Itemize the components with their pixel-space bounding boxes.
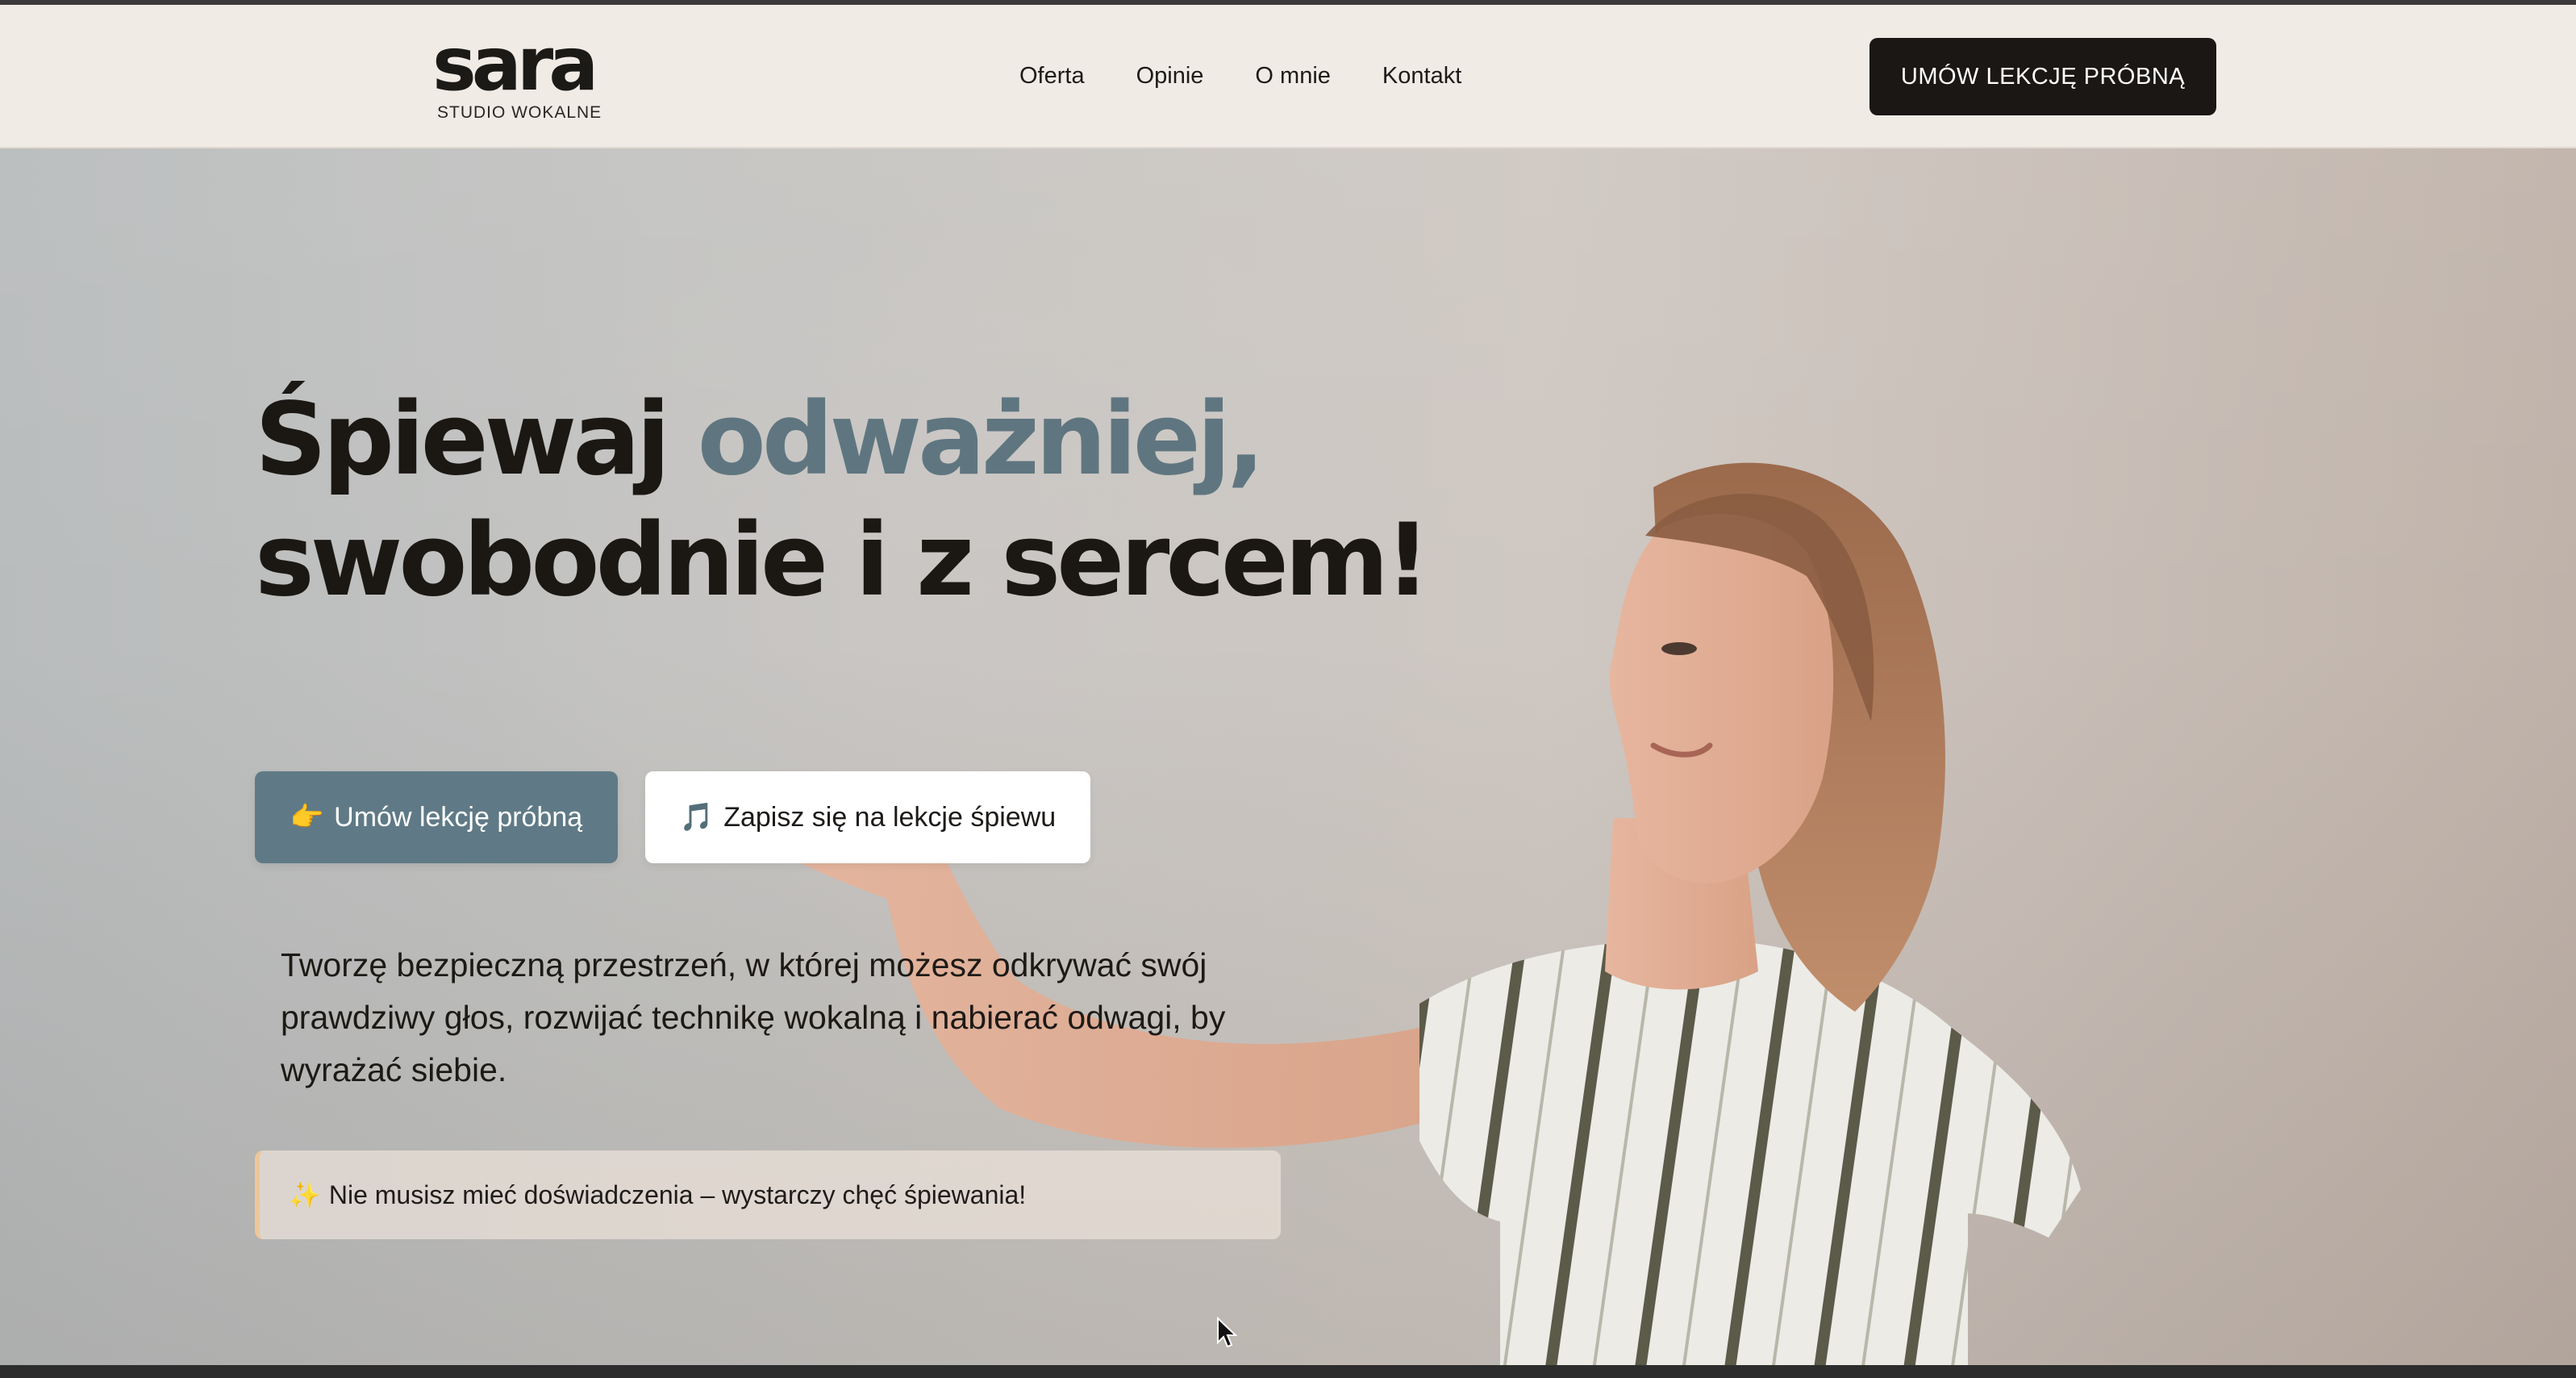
no-experience-notice-text: Nie musisz mieć doświadczenia – wystarcz… bbox=[328, 1180, 1027, 1209]
nav-item-o-mnie[interactable]: O mnie bbox=[1255, 63, 1330, 90]
window-bottom-edge bbox=[0, 1365, 2576, 1378]
signup-singing-lessons-label: Zapisz się na lekcje śpiewu bbox=[723, 801, 1057, 833]
site-header: sara STUDIO WOKALNE Oferta Opinie O mnie… bbox=[0, 5, 2576, 148]
logo-wordmark: sara bbox=[432, 21, 598, 107]
logo[interactable]: sara STUDIO WOKALNE bbox=[432, 27, 602, 129]
nav-item-opinie[interactable]: Opinie bbox=[1136, 63, 1204, 90]
book-trial-lesson-button[interactable]: 👉 Umów lekcję próbną bbox=[255, 771, 618, 863]
hero-title-part1: Śpiewaj bbox=[255, 382, 698, 498]
logo-subtitle: STUDIO WOKALNE bbox=[437, 103, 602, 122]
pointing-hand-icon: 👉 bbox=[290, 802, 325, 833]
main-nav: Oferta Opinie O mnie Kontakt bbox=[1019, 63, 1513, 90]
book-trial-lesson-label: Umów lekcję próbną bbox=[334, 801, 583, 833]
nav-item-kontakt[interactable]: Kontakt bbox=[1382, 63, 1461, 90]
hero-title-line2: swobodnie i z sercem! bbox=[255, 503, 1431, 619]
hero-description: Tworzę bezpieczną przestrzeń, w której m… bbox=[281, 946, 1226, 1088]
header-book-trial-button[interactable]: UMÓW LEKCJĘ PRÓBNĄ bbox=[1869, 38, 2216, 115]
page: Śpiewaj odważniej, swobodnie i z sercem!… bbox=[0, 0, 2576, 1378]
hero-title-accent: odważniej, bbox=[697, 382, 1265, 498]
sparkles-icon: ✨ bbox=[289, 1180, 321, 1209]
no-experience-notice: ✨ Nie musisz mieć doświadczenia – wystar… bbox=[255, 1150, 1281, 1239]
signup-singing-lessons-button[interactable]: 🎵 Zapisz się na lekcje śpiewu bbox=[645, 771, 1090, 863]
hero-title: Śpiewaj odważniej, swobodnie i z sercem! bbox=[255, 379, 1431, 621]
nav-item-oferta[interactable]: Oferta bbox=[1019, 63, 1085, 90]
hero-section: Śpiewaj odważniej, swobodnie i z sercem!… bbox=[0, 148, 2576, 1367]
mouse-cursor-icon bbox=[1217, 1317, 1237, 1348]
music-note-icon: 🎵 bbox=[679, 802, 715, 833]
